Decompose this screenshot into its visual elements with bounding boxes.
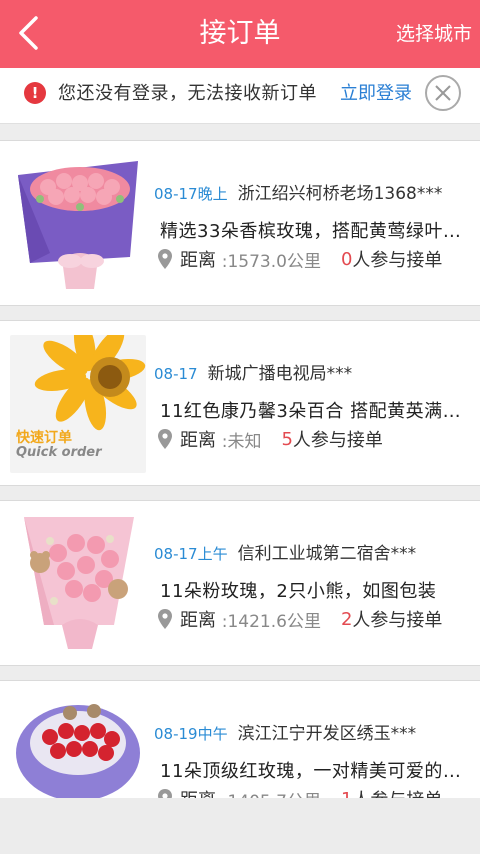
- order-meta: 距离 :未知 5 人参与接单: [158, 427, 383, 452]
- sunflower-quick-order-image: 快速订单 Quick order: [10, 335, 146, 473]
- distance-value: :1421.6公里: [221, 611, 321, 632]
- order-address: 信利工业城第二宿舍***: [237, 544, 417, 564]
- distance-value: :未知: [221, 431, 262, 452]
- order-date: 08-17晚上: [154, 185, 228, 203]
- close-icon[interactable]: [424, 74, 462, 112]
- order-address: 滨江江宁开发区绣玉***: [237, 724, 417, 744]
- participant-suffix: 人参与接单: [292, 430, 383, 451]
- order-date: 08-17: [154, 365, 198, 383]
- distance-label: 距离: [180, 430, 216, 451]
- order-header: 08-17晚上 浙江绍兴柯桥老场1368***: [154, 179, 442, 204]
- bottom-area: [0, 798, 480, 854]
- order-card[interactable]: 快速订单 Quick order 08-17 新城广播电视局*** 11红色康乃馨…: [0, 320, 480, 486]
- order-card[interactable]: 08-17上午 信利工业城第二宿舍*** 11朵粉玫瑰，2只小熊，如图包装 距离 …: [0, 500, 480, 666]
- quick-order-badge-cn: 快速订单: [16, 430, 72, 446]
- order-header: 08-19中午 滨江江宁开发区绣玉***: [154, 719, 416, 744]
- pink-rose-bouquet-image: [10, 153, 146, 291]
- distance-label: 距离: [180, 610, 216, 631]
- login-notice: ! 您还没有登录，无法接收新订单 立即登录: [0, 68, 480, 124]
- order-card[interactable]: 08-17晚上 浙江绍兴柯桥老场1368*** 精选33朵香槟玫瑰，搭配黄莺绿叶……: [0, 140, 480, 306]
- order-description: 11红色康乃馨3朵百合 搭配黄英满…: [160, 401, 462, 422]
- order-description: 精选33朵香槟玫瑰，搭配黄莺绿叶…: [160, 221, 462, 242]
- order-description: 11朵顶级红玫瑰，一对精美可爱的…: [160, 761, 462, 782]
- pink-rose-bears-image: [10, 513, 146, 651]
- distance-value: :1573.0公里: [221, 251, 321, 272]
- order-meta: 距离 :1421.6公里 2 人参与接单: [158, 607, 443, 632]
- location-pin-icon: [158, 609, 172, 629]
- order-date: 08-19中午: [154, 725, 228, 743]
- order-header: 08-17上午 信利工业城第二宿舍***: [154, 539, 416, 564]
- notice-text: 您还没有登录，无法接收新订单: [58, 83, 317, 104]
- login-link[interactable]: 立即登录: [340, 68, 412, 120]
- order-description: 11朵粉玫瑰，2只小熊，如图包装: [160, 581, 437, 602]
- participant-suffix: 人参与接单: [352, 610, 443, 631]
- location-pin-icon: [158, 249, 172, 269]
- select-city-button[interactable]: 选择城市: [396, 0, 472, 68]
- participant-count: 5: [281, 428, 293, 450]
- order-meta: 距离 :1573.0公里 0 人参与接单: [158, 247, 443, 272]
- warning-icon: !: [24, 82, 46, 104]
- participant-count: 2: [340, 608, 353, 630]
- order-date: 08-17上午: [154, 545, 228, 563]
- quick-order-badge-en: Quick order: [16, 445, 102, 460]
- top-bar: 接订单 选择城市: [0, 0, 480, 68]
- location-pin-icon: [158, 429, 172, 449]
- participant-count: 0: [340, 248, 353, 270]
- participant-suffix: 人参与接单: [352, 250, 443, 271]
- order-header: 08-17 新城广播电视局***: [154, 359, 352, 384]
- distance-label: 距离: [180, 250, 216, 271]
- order-address: 新城广播电视局***: [207, 364, 353, 384]
- order-address: 浙江绍兴柯桥老场1368***: [237, 184, 443, 204]
